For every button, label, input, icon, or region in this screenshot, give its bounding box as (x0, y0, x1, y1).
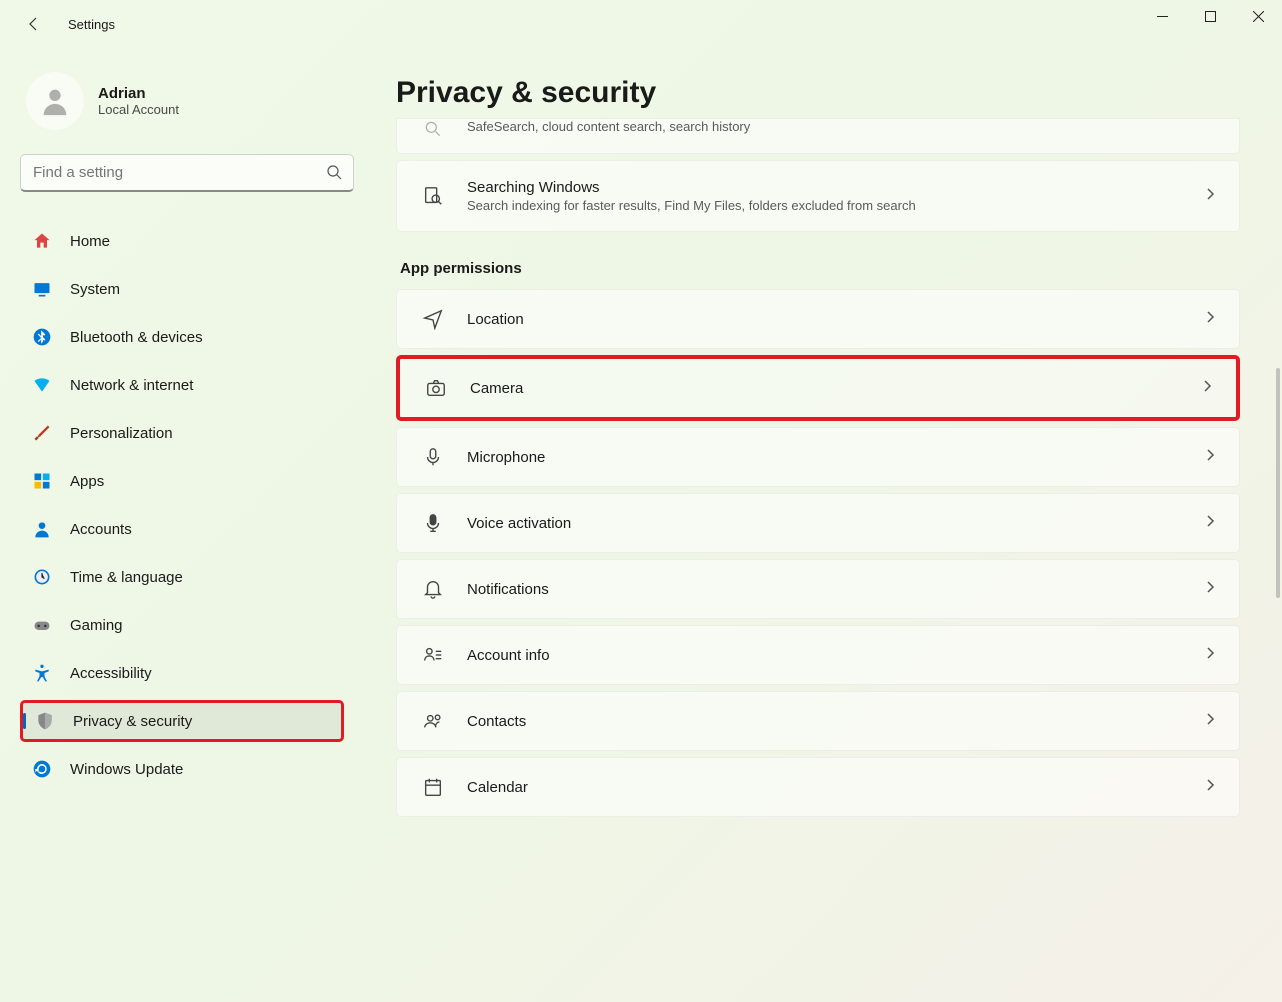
sidebar-item-label: Network & internet (70, 377, 193, 394)
row-subtitle: SafeSearch, cloud content search, search… (467, 119, 1203, 134)
row-title: Searching Windows (467, 179, 1203, 196)
sidebar-item-accessibility[interactable]: Accessibility (20, 652, 344, 694)
sidebar-item-network-internet[interactable]: Network & internet (20, 364, 344, 406)
scrollbar[interactable] (1276, 368, 1280, 598)
settings-row-notifications[interactable]: Notifications (396, 559, 1240, 619)
row-title: Microphone (467, 449, 1203, 466)
settings-row-contacts[interactable]: Contacts (396, 691, 1240, 751)
wifi-icon (32, 375, 52, 395)
system-icon (32, 279, 52, 299)
update-icon (32, 759, 52, 779)
microphone-icon (419, 446, 447, 468)
settings-row-location[interactable]: Location (396, 289, 1240, 349)
sidebar-item-gaming[interactable]: Gaming (20, 604, 344, 646)
sidebar-item-bluetooth-devices[interactable]: Bluetooth & devices (20, 316, 344, 358)
row-title: Camera (470, 380, 1200, 397)
shield-icon (35, 711, 55, 731)
sidebar-item-system[interactable]: System (20, 268, 344, 310)
calendar-icon (419, 776, 447, 798)
sidebar-item-personalization[interactable]: Personalization (20, 412, 344, 454)
row-title: Calendar (467, 779, 1203, 796)
settings-row-voice-activation[interactable]: Voice activation (396, 493, 1240, 553)
chevron-right-icon (1203, 778, 1217, 797)
sidebar-item-home[interactable]: Home (20, 220, 344, 262)
user-name: Adrian (98, 85, 179, 102)
accessibility-icon (32, 663, 52, 683)
search-doc-icon (419, 185, 447, 207)
chevron-right-icon (1203, 580, 1217, 599)
sidebar-item-privacy-security[interactable]: Privacy & security (20, 700, 344, 742)
settings-row-search-permissions[interactable]: SafeSearch, cloud content search, search… (396, 118, 1240, 154)
accounts-icon (32, 519, 52, 539)
chevron-right-icon (1203, 646, 1217, 665)
search-input[interactable] (20, 154, 354, 192)
gaming-icon (32, 615, 52, 635)
row-subtitle: Search indexing for faster results, Find… (467, 198, 1203, 213)
home-icon (32, 231, 52, 251)
sidebar-item-label: Bluetooth & devices (70, 329, 203, 346)
chevron-right-icon (1200, 379, 1214, 398)
user-subtitle: Local Account (98, 102, 179, 117)
settings-row-account-info[interactable]: Account info (396, 625, 1240, 685)
settings-row-calendar[interactable]: Calendar (396, 757, 1240, 817)
brush-icon (32, 423, 52, 443)
user-account-block[interactable]: Adrian Local Account (20, 72, 344, 130)
sidebar-item-label: Gaming (70, 617, 123, 634)
contacts-icon (419, 710, 447, 732)
sidebar-item-accounts[interactable]: Accounts (20, 508, 344, 550)
settings-row-camera[interactable]: Camera (396, 355, 1240, 421)
chevron-right-icon (1203, 448, 1217, 467)
row-title: Notifications (467, 581, 1203, 598)
back-button[interactable] (24, 14, 44, 34)
location-icon (419, 308, 447, 330)
bluetooth-icon (32, 327, 52, 347)
row-title: Contacts (467, 713, 1203, 730)
bell-icon (419, 578, 447, 600)
camera-icon (422, 377, 450, 399)
chevron-right-icon (1203, 514, 1217, 533)
avatar (26, 72, 84, 130)
sidebar-item-label: Accessibility (70, 665, 152, 682)
sidebar-item-label: Accounts (70, 521, 132, 538)
row-title: Voice activation (467, 515, 1203, 532)
minimize-button[interactable] (1138, 0, 1186, 32)
account-info-icon (419, 644, 447, 666)
sidebar-item-label: Windows Update (70, 761, 183, 778)
row-title: Account info (467, 647, 1203, 664)
search-icon (326, 164, 342, 185)
sidebar-item-label: System (70, 281, 120, 298)
settings-row-searching-windows[interactable]: Searching Windows Search indexing for fas… (396, 160, 1240, 232)
close-button[interactable] (1234, 0, 1282, 32)
app-title: Settings (68, 17, 115, 32)
maximize-button[interactable] (1186, 0, 1234, 32)
sidebar-item-time-language[interactable]: Time & language (20, 556, 344, 598)
sidebar-item-label: Time & language (70, 569, 183, 586)
sidebar-item-windows-update[interactable]: Windows Update (20, 748, 344, 790)
search-permissions-icon (419, 119, 447, 139)
sidebar-item-label: Home (70, 233, 110, 250)
sidebar-item-label: Privacy & security (73, 713, 192, 730)
chevron-right-icon (1203, 712, 1217, 731)
chevron-right-icon (1203, 187, 1217, 206)
chevron-right-icon (1203, 310, 1217, 329)
page-title: Privacy & security (396, 76, 1240, 110)
sidebar-item-apps[interactable]: Apps (20, 460, 344, 502)
row-title: Location (467, 311, 1203, 328)
apps-icon (32, 471, 52, 491)
time-icon (32, 567, 52, 587)
settings-row-microphone[interactable]: Microphone (396, 427, 1240, 487)
sidebar-item-label: Personalization (70, 425, 173, 442)
voice-icon (419, 512, 447, 534)
section-header-app-permissions: App permissions (400, 260, 1240, 277)
sidebar-item-label: Apps (70, 473, 104, 490)
